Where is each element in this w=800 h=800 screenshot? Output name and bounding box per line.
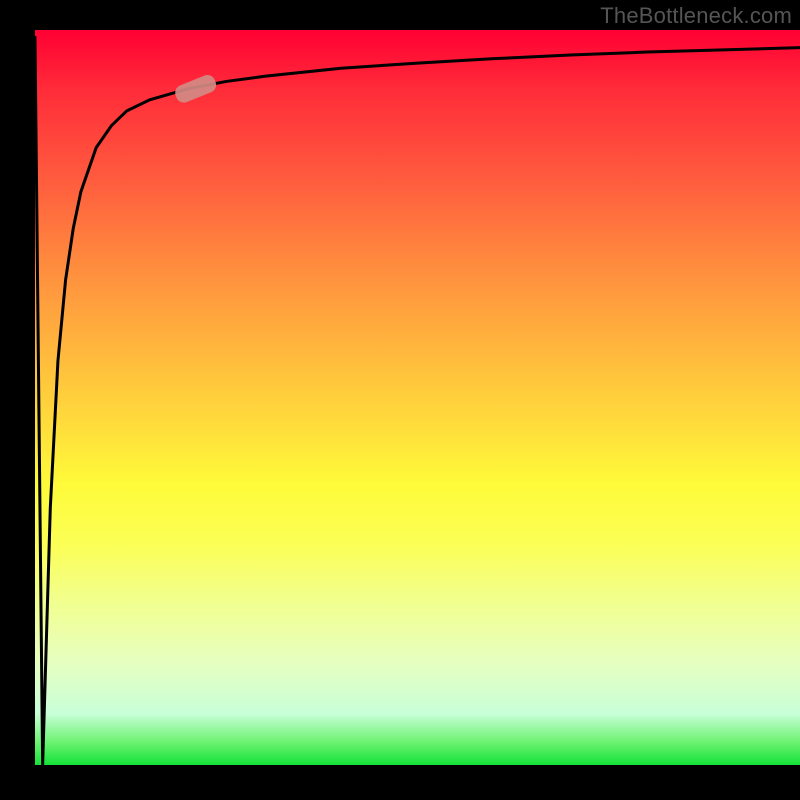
series-marker [173,73,219,105]
watermark-text: TheBottleneck.com [600,3,792,29]
series-line [35,37,800,765]
chart-svg [35,30,800,765]
chart-plot-area [35,30,800,765]
